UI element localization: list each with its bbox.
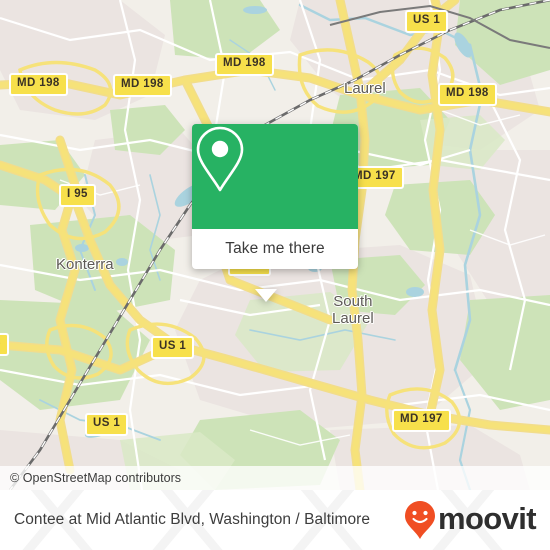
- location-callout-card[interactable]: Take me there: [192, 124, 358, 302]
- map-screenshot: US 1 MD 198 MD 198 MD 198 MD 198 MD 197 …: [0, 0, 550, 550]
- road-shield[interactable]: MD 198: [215, 53, 274, 76]
- moovit-logo[interactable]: moovit: [404, 500, 537, 540]
- moovit-smiling-pin-icon: [404, 501, 435, 539]
- place-label-konterra: Konterra: [56, 256, 114, 273]
- road-shield[interactable]: US 1: [151, 336, 195, 359]
- callout-header: [192, 124, 358, 229]
- road-shield[interactable]: 5: [0, 333, 9, 356]
- road-shield[interactable]: MD 197: [392, 409, 451, 432]
- road-shield[interactable]: MD 198: [9, 73, 68, 96]
- road-shield[interactable]: MD 198: [438, 83, 497, 106]
- osm-attribution-text[interactable]: © OpenStreetMap contributors: [0, 471, 181, 485]
- map-attribution-bar: © OpenStreetMap contributors: [0, 466, 550, 490]
- road-shield[interactable]: I 95: [59, 184, 96, 207]
- map-pin-icon: [196, 126, 244, 192]
- place-label-line: South: [333, 293, 373, 310]
- place-label-laurel: Laurel: [344, 80, 386, 97]
- callout-pointer-tail: [255, 289, 277, 302]
- location-title: Contee at Mid Atlantic Blvd, Washington …: [14, 511, 371, 528]
- road-shield[interactable]: US 1: [85, 413, 129, 436]
- take-me-there-label: Take me there: [225, 240, 325, 257]
- place-label-line: Laurel: [332, 309, 374, 327]
- map-canvas[interactable]: US 1 MD 198 MD 198 MD 198 MD 198 MD 197 …: [0, 0, 550, 490]
- road-shield[interactable]: US 1: [405, 10, 449, 33]
- footer-bar: Contee at Mid Atlantic Blvd, Washington …: [0, 490, 550, 550]
- callout-action-bar[interactable]: Take me there: [192, 229, 358, 269]
- moovit-wordmark: moovit: [437, 501, 537, 536]
- place-label-south-laurel: South Laurel: [332, 293, 374, 328]
- road-shield[interactable]: MD 198: [113, 74, 172, 97]
